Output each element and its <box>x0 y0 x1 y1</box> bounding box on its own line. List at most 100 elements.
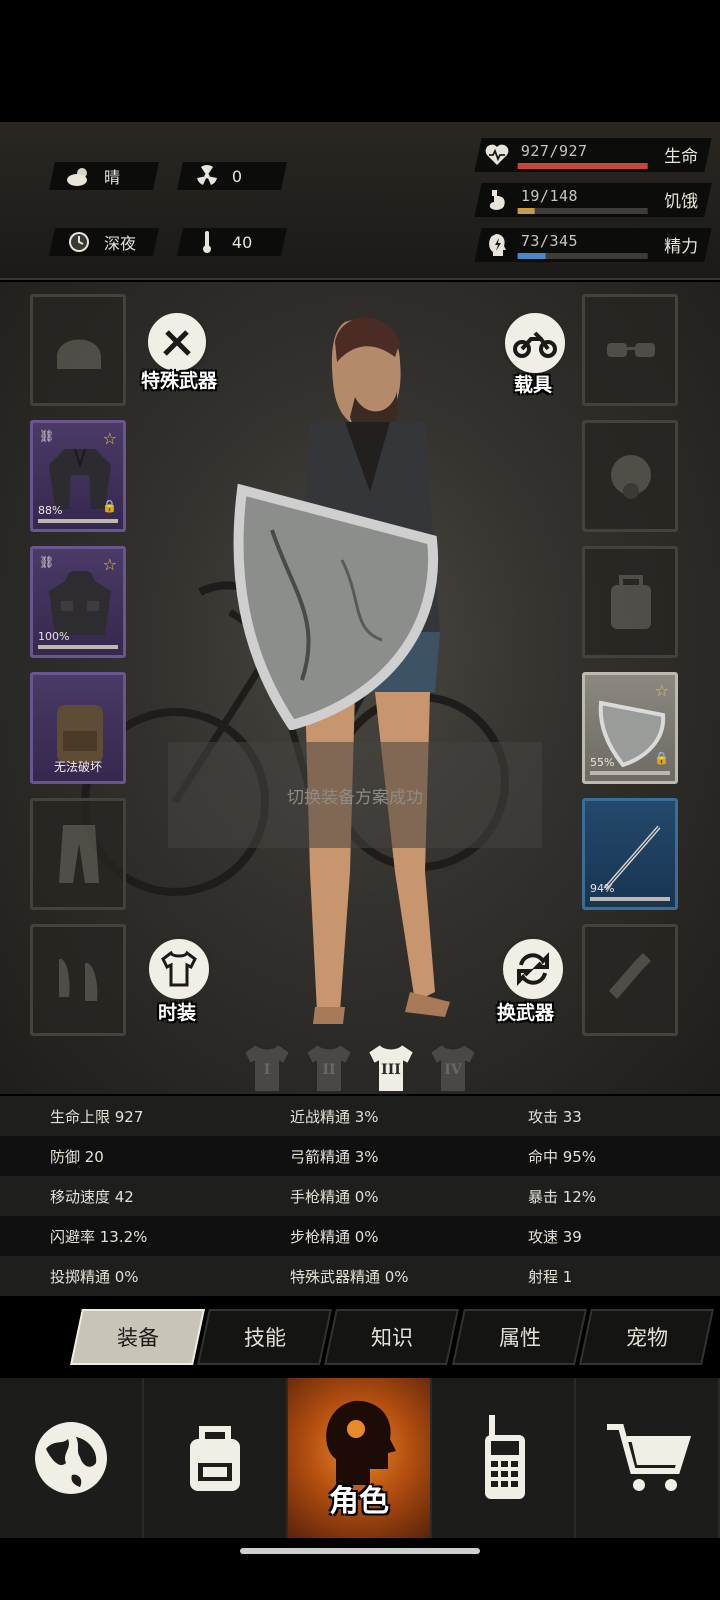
stat-value: 近战精通 3% <box>290 1107 379 1126</box>
loadout-label: II <box>322 1062 336 1078</box>
stat-value: 防御 20 <box>50 1147 104 1166</box>
left-equipment-slot[interactable]: ⛓ ☆ 🔒 88% <box>30 420 126 532</box>
stomach-icon <box>484 187 510 213</box>
left-equipment-slot[interactable] <box>30 294 126 406</box>
vehicle-label: 载具 <box>514 374 553 396</box>
star-icon: ☆ <box>102 429 117 448</box>
loadout-label: III <box>381 1062 401 1078</box>
vehicle-button[interactable] <box>502 310 568 376</box>
right-equipment-slot[interactable]: 94% <box>582 798 678 910</box>
left-equipment-slot[interactable]: ⛓ ☆ 100% <box>30 546 126 658</box>
stat-value: 步枪精通 0% <box>290 1227 379 1246</box>
durability-bar <box>38 519 118 523</box>
lock-icon: 🔒 <box>654 751 669 765</box>
nav-shopping-cart-button[interactable] <box>576 1378 720 1538</box>
bag-icon <box>603 571 659 633</box>
energy-value: 73/345 <box>520 232 579 250</box>
nav-globe-button[interactable] <box>0 1378 144 1538</box>
tab-label: 宠物 <box>625 1326 668 1350</box>
right-equipment-slot[interactable]: ☆ 🔒 55% <box>582 672 678 784</box>
temperature-value: 40 <box>232 232 253 252</box>
loadout-1-button[interactable]: I <box>240 1042 294 1094</box>
swap-arrows-icon <box>517 952 549 986</box>
stat-value: 闪避率 13.2% <box>50 1227 148 1246</box>
shopping-cart-icon <box>603 1419 691 1497</box>
health-bar <box>517 163 648 169</box>
health-label: 生命 <box>664 147 699 167</box>
gas-mask-icon <box>603 445 659 507</box>
durability-bar <box>590 771 670 775</box>
right-equipment-slot[interactable] <box>582 420 678 532</box>
switch-weapon-label: 换武器 <box>497 1002 555 1024</box>
durability-percent: 94% <box>590 882 615 895</box>
tab-label: 知识 <box>371 1326 413 1350</box>
shirt-icon <box>161 951 197 987</box>
health-value: 927/927 <box>520 142 588 160</box>
stat-value: 特殊武器精通 0% <box>290 1267 409 1286</box>
tab-label: 技能 <box>243 1326 286 1350</box>
vital-energy: 73/345 精力 <box>474 228 712 262</box>
special-weapon-label: 特殊武器 <box>141 370 218 392</box>
right-equipment-slot[interactable] <box>582 546 678 658</box>
left-equipment-slot[interactable] <box>30 798 126 910</box>
stat-row: 生命上限 927 近战精通 3% 攻击 33 <box>0 1096 720 1136</box>
bottom-nav: 角色 <box>0 1378 720 1538</box>
pants-icon <box>51 823 107 885</box>
stat-value: 攻速 39 <box>528 1227 582 1246</box>
right-equipment-slot[interactable] <box>582 924 678 1036</box>
tab-5[interactable]: 宠物 <box>578 1309 714 1365</box>
energy-bar <box>517 253 648 259</box>
slot-note: 无法破坏 <box>53 760 102 774</box>
loadout-4-button[interactable]: IV <box>426 1042 480 1094</box>
nav-backpack-button[interactable] <box>144 1378 288 1538</box>
link-icon: ⛓ <box>39 555 55 569</box>
nav-label: 角色 <box>329 1484 389 1519</box>
tab-3[interactable]: 知识 <box>324 1309 460 1365</box>
switch-weapon-button[interactable] <box>500 936 566 1002</box>
fashion-button[interactable] <box>146 936 212 1002</box>
toast-text: 切换装备方案成功 <box>287 787 423 808</box>
loadout-label: IV <box>444 1062 462 1078</box>
stat-value: 攻击 33 <box>528 1107 582 1126</box>
shield-illustration <box>233 483 439 730</box>
weather-chip: 晴 <box>49 162 159 190</box>
stat-value: 暴击 12% <box>528 1187 597 1206</box>
cloud-sun-icon <box>64 164 94 188</box>
backpack-icon <box>176 1419 254 1497</box>
shoes-icon <box>51 949 107 1011</box>
helmet-icon <box>51 319 107 381</box>
fashion-label: 时装 <box>158 1002 197 1024</box>
stat-row: 闪避率 13.2% 步枪精通 0% 攻速 39 <box>0 1216 720 1256</box>
left-equipment-slot[interactable]: 无法破坏 <box>30 672 126 784</box>
home-indicator[interactable] <box>240 1548 480 1554</box>
stats-table: 生命上限 927 近战精通 3% 攻击 33 防御 20 弓箭精通 3% 命中 95% 移动… <box>0 1096 720 1296</box>
weather-text: 晴 <box>104 168 121 187</box>
tab-4[interactable]: 属性 <box>451 1309 587 1365</box>
tab-2[interactable]: 技能 <box>197 1309 333 1365</box>
tab-bar: 装备 技能 知识 属性 宠物 <box>70 1309 714 1365</box>
star-icon: ☆ <box>654 681 669 700</box>
bottle-icon <box>603 949 659 1011</box>
left-equipment-slot[interactable] <box>30 924 126 1036</box>
time-chip: 深夜 <box>49 228 159 256</box>
head-energy-icon <box>484 232 510 258</box>
vital-hunger: 19/148 饥饿 <box>474 183 712 217</box>
status-panel: 晴 0 深夜 40 927/927 生命 19/148 饥饿 73/345 精力 <box>0 122 720 372</box>
nav-character-head-button[interactable]: 角色 <box>288 1378 432 1538</box>
loadout-2-button[interactable]: II <box>302 1042 356 1094</box>
special-weapon-button[interactable] <box>145 310 209 374</box>
crossed-weapons-icon <box>163 330 191 356</box>
stat-value: 命中 95% <box>528 1147 597 1166</box>
tab-1[interactable]: 装备 <box>70 1309 206 1365</box>
right-equipment-slot[interactable] <box>582 294 678 406</box>
nav-walkie-talkie-button[interactable] <box>432 1378 576 1538</box>
loadout-label: I <box>263 1062 271 1078</box>
toast-message: 切换装备方案成功 <box>168 742 542 848</box>
stat-value: 移动速度 42 <box>50 1187 134 1206</box>
vital-health: 927/927 生命 <box>474 138 712 172</box>
heart-pulse-icon <box>484 142 510 168</box>
radiation-chip: 0 <box>177 162 287 190</box>
loadout-3-button[interactable]: III <box>364 1042 418 1094</box>
tab-label: 属性 <box>498 1326 541 1350</box>
durability-percent: 100% <box>38 630 70 643</box>
